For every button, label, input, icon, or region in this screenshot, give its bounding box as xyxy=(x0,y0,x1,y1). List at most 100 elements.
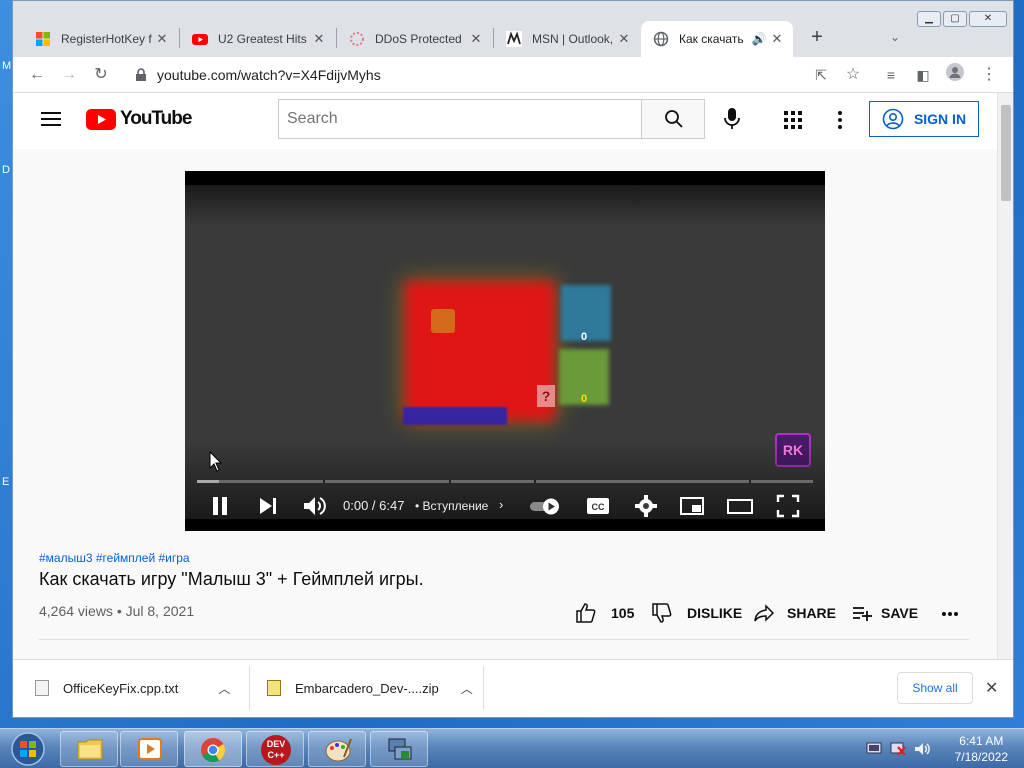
side-panel-icon[interactable]: ◧ xyxy=(911,63,935,87)
bookmark-star-icon[interactable]: ☆ xyxy=(841,63,865,87)
like-count: 105 xyxy=(611,605,635,621)
search-input[interactable] xyxy=(279,100,641,138)
search-icon xyxy=(665,110,683,128)
network-disconnected-icon[interactable] xyxy=(890,742,906,756)
speaker-icon[interactable]: 🔊 xyxy=(749,32,769,46)
chrome-icon xyxy=(201,738,226,763)
page-scrollbar[interactable] xyxy=(997,93,1013,659)
taskbar-chrome[interactable] xyxy=(184,731,242,767)
maximize-button[interactable]: ▢ xyxy=(943,11,967,27)
video-player[interactable]: 0 0 ? RK xyxy=(185,171,825,531)
close-icon[interactable]: ✕ xyxy=(154,31,170,47)
search-button[interactable] xyxy=(641,99,705,139)
taskbar-paint[interactable] xyxy=(308,731,366,767)
video-hashtags[interactable]: #малыш3 #геймплей #игра xyxy=(39,551,190,565)
lock-icon xyxy=(136,68,146,81)
browser-window: RegisterHotKey f ✕ U2 Greatest Hits ✕ DD… xyxy=(12,0,1014,718)
volume-icon[interactable] xyxy=(301,493,327,519)
mouse-cursor-icon xyxy=(209,451,223,472)
share-page-icon[interactable]: ⇱ xyxy=(809,63,833,87)
address-bar[interactable]: youtube.com/watch?v=X4FdijvMyhs xyxy=(125,61,865,89)
player-bottom-letterbox xyxy=(185,519,825,531)
video-title: Как скачать игру "Малыш 3" + Геймплей иг… xyxy=(39,569,424,589)
download-item[interactable]: OfficeKeyFix.cpp.txt ︿ xyxy=(35,670,230,706)
more-options-icon[interactable] xyxy=(837,110,843,130)
pause-icon[interactable] xyxy=(207,493,233,519)
sign-in-button[interactable]: SIGN IN xyxy=(869,101,979,137)
taskbar-dev-cpp[interactable]: DEV C++ xyxy=(246,731,304,767)
autoplay-toggle-icon[interactable] xyxy=(529,493,563,519)
close-icon[interactable]: ✕ xyxy=(468,31,484,47)
dislike-label: DISLIKE xyxy=(687,605,743,621)
chapter-title[interactable]: • Вступление xyxy=(415,499,488,513)
save-button[interactable]: SAVE xyxy=(851,595,918,631)
section-divider xyxy=(39,639,969,640)
chevron-up-icon[interactable]: ︿ xyxy=(461,680,473,697)
tab-active-video[interactable]: Как скачать 🔊 ✕ xyxy=(641,21,793,57)
paint-palette-icon xyxy=(325,738,352,762)
video-red-panel xyxy=(405,281,555,421)
more-actions-icon[interactable] xyxy=(941,611,959,617)
profile-avatar-icon[interactable] xyxy=(943,63,967,87)
tab-registerhotkey[interactable]: RegisterHotKey f ✕ xyxy=(23,21,178,57)
desktop-edge-label: M xyxy=(2,60,12,72)
minimize-button[interactable]: ▁ xyxy=(917,11,941,27)
youtube-logo[interactable]: YouTube xyxy=(86,108,192,130)
new-tab-button[interactable]: + xyxy=(805,25,829,49)
close-icon[interactable]: ✕ xyxy=(616,31,632,47)
reload-icon[interactable]: ↻ xyxy=(89,63,113,87)
action-center-flag-icon[interactable] xyxy=(866,742,882,756)
close-window-button[interactable]: ✕ xyxy=(969,11,1007,27)
question-card: ? xyxy=(537,385,555,407)
taskbar-media-player[interactable] xyxy=(120,731,178,767)
video-blue-bar xyxy=(403,407,507,425)
browser-menu-icon[interactable]: ⋮ xyxy=(977,63,1001,87)
tab-ddos-protected[interactable]: DDoS Protected ✕ xyxy=(337,21,492,57)
tab-title: U2 Greatest Hits xyxy=(218,32,307,46)
search-field[interactable] xyxy=(278,99,642,139)
close-icon[interactable]: ✕ xyxy=(311,31,327,47)
back-arrow-icon[interactable]: ← xyxy=(25,63,49,87)
tab-msn-outlook[interactable]: MSN | Outlook, C ✕ xyxy=(494,21,640,57)
youtube-page: YouTube Search SIGN IN 0 0 ? 0:00 / 6:47… xyxy=(13,93,999,659)
show-all-button[interactable]: Show all xyxy=(897,672,973,704)
network-computer-icon xyxy=(388,738,412,760)
chapter-marker xyxy=(323,480,325,483)
apps-grid-icon[interactable] xyxy=(784,111,802,129)
tab-search-chevron-icon[interactable]: ⌄ xyxy=(883,25,907,49)
hamburger-menu-icon[interactable] xyxy=(41,111,61,127)
tab-strip: RegisterHotKey f ✕ U2 Greatest Hits ✕ DD… xyxy=(13,1,1013,57)
taskbar-clock[interactable]: 6:41 AM 7/18/2022 xyxy=(955,733,1008,765)
chevron-up-icon[interactable]: ︿ xyxy=(218,680,230,697)
next-video-icon[interactable] xyxy=(255,493,281,519)
sign-in-label: SIGN IN xyxy=(913,111,967,127)
settings-gear-icon[interactable] xyxy=(633,493,659,519)
miniplayer-icon[interactable] xyxy=(679,493,705,519)
share-button[interactable]: SHARE xyxy=(753,595,836,631)
taskbar-explorer[interactable] xyxy=(60,731,118,767)
player-controls: 0:00 / 6:47 • Вступление › CC xyxy=(185,487,825,523)
media-control-icon[interactable]: ≡ xyxy=(879,63,903,87)
scrollbar-thumb[interactable] xyxy=(1001,105,1011,201)
theater-mode-icon[interactable] xyxy=(727,493,753,519)
microphone-icon[interactable] xyxy=(723,107,741,131)
close-icon[interactable]: ✕ xyxy=(769,31,785,47)
dislike-button[interactable]: DISLIKE xyxy=(651,595,742,631)
volume-tray-icon[interactable] xyxy=(914,741,932,757)
text-file-icon xyxy=(35,680,49,696)
video-meta: 4,264 views • Jul 8, 2021 xyxy=(39,603,195,619)
download-item[interactable]: Embarcadero_Dev-....zip ︿ xyxy=(267,670,473,706)
like-button[interactable]: 105 xyxy=(575,595,634,631)
tab-u2-greatest-hits[interactable]: U2 Greatest Hits ✕ xyxy=(180,21,335,57)
forward-arrow-icon[interactable]: → xyxy=(57,63,81,87)
windows-taskbar: DEV C++ 6:41 AM 7/18/2022 xyxy=(0,728,1024,768)
subtitles-icon[interactable]: CC xyxy=(585,493,611,519)
zip-archive-icon xyxy=(267,680,281,696)
chapter-chevron-icon[interactable]: › xyxy=(499,497,503,512)
fullscreen-icon[interactable] xyxy=(775,493,801,519)
taskbar-network-app[interactable] xyxy=(370,731,428,767)
close-downloads-icon[interactable]: ✕ xyxy=(985,678,998,698)
start-button[interactable] xyxy=(4,730,52,768)
counter-bottom: 0 xyxy=(581,393,588,405)
progress-bar[interactable] xyxy=(197,480,813,483)
